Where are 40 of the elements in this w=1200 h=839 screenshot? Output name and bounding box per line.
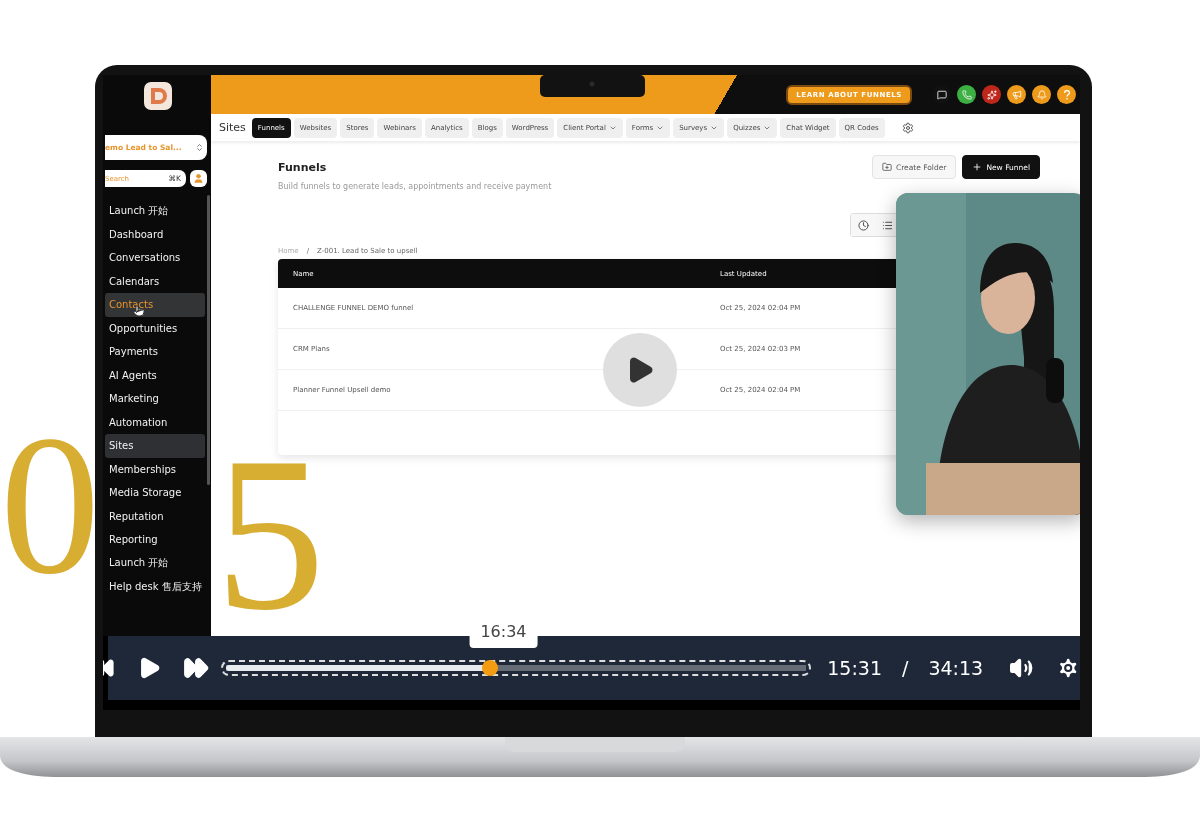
list-icon[interactable]: [875, 214, 899, 236]
sidebar-item[interactable]: Marketing: [105, 387, 205, 411]
sidebar-item[interactable]: Memberships: [105, 457, 205, 481]
sidebar-item[interactable]: Launch 开始: [105, 199, 205, 223]
sidebar-item[interactable]: Reputation: [105, 504, 205, 528]
sidebar-item[interactable]: AI Agents: [105, 363, 205, 387]
bell-icon[interactable]: [1032, 85, 1051, 104]
decorative-numeral: 0: [0, 405, 100, 605]
sidebar-item[interactable]: Opportunities: [105, 316, 205, 340]
sidebar-item[interactable]: Contacts: [105, 293, 205, 317]
megaphone-icon[interactable]: [1007, 85, 1026, 104]
sidebar-item[interactable]: Help desk 售后支持: [105, 575, 205, 599]
progress-thumb[interactable]: [482, 660, 499, 676]
folder-plus-icon: [881, 162, 892, 172]
sidebar-item[interactable]: Sites: [105, 434, 205, 458]
sidebar-item[interactable]: Media Storage: [105, 481, 205, 505]
sidebar-item[interactable]: Calendars: [105, 269, 205, 293]
total-time: 34:13: [928, 657, 984, 679]
page-title: Funnels: [278, 161, 328, 174]
sidebar-item[interactable]: Reporting: [105, 528, 205, 552]
page-subtitle: Build funnels to generate leads, appointments and receive payment: [278, 182, 552, 191]
time-separator: /: [902, 657, 909, 679]
clock-icon[interactable]: [851, 214, 875, 236]
section-title: Sites: [219, 121, 246, 134]
sidebar-item[interactable]: Dashboard: [105, 222, 205, 246]
sidebar-item[interactable]: Conversations: [105, 246, 205, 270]
logo-icon: [144, 82, 172, 110]
help-icon[interactable]: [1057, 85, 1076, 104]
scrollbar[interactable]: [207, 195, 210, 485]
sidebar-item[interactable]: Payments: [105, 340, 205, 364]
avatar-button[interactable]: [190, 170, 207, 187]
sidebar-item[interactable]: Launch 开始: [105, 551, 205, 575]
phone-icon[interactable]: [957, 85, 976, 104]
sidebar-item[interactable]: Automation: [105, 410, 205, 434]
decorative-numeral: 5: [215, 424, 325, 644]
user-icon: [193, 173, 204, 184]
current-time: 15:31: [827, 657, 883, 679]
plus-icon: [972, 162, 983, 172]
sparkle-icon[interactable]: [982, 85, 1001, 104]
chevrons-icon: [195, 143, 204, 152]
